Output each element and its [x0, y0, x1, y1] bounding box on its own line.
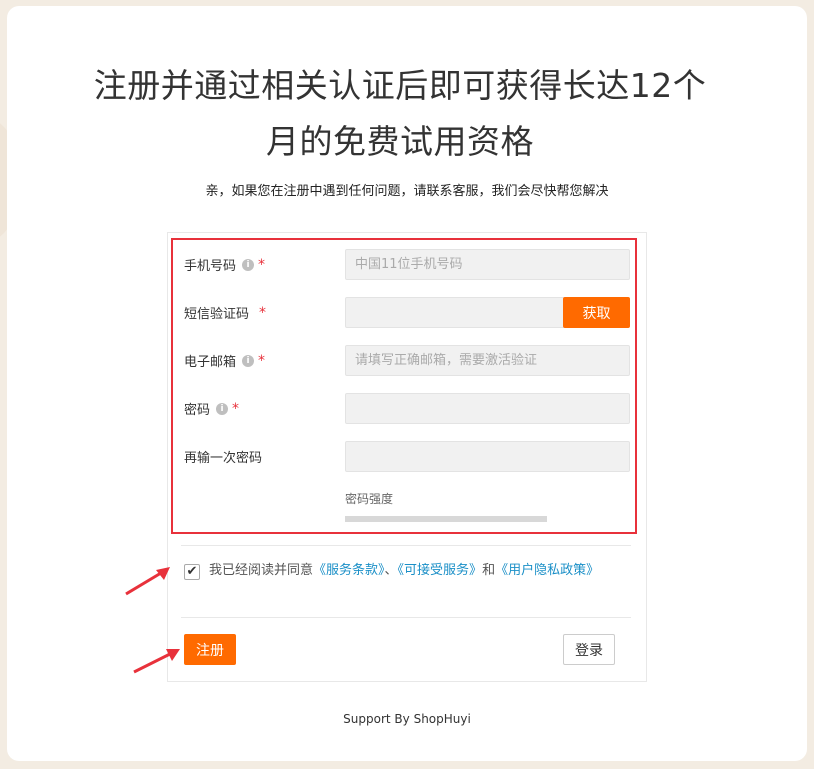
sms-code-input[interactable] [345, 297, 565, 328]
confirm-password-input[interactable] [345, 441, 630, 472]
password-label-text: 密码 [184, 403, 211, 418]
phone-label: 手机号码 i * [184, 255, 266, 275]
info-icon[interactable]: i [242, 354, 255, 367]
password-strength-bar [345, 516, 547, 522]
acceptable-use-link[interactable]: 《可接受服务》 [398, 563, 483, 578]
annotation-arrow-icon [125, 567, 170, 596]
login-button[interactable]: 登录 [563, 634, 615, 665]
required-mark: * [232, 400, 240, 417]
agreement-prefix: 我已经阅读并同意 [209, 563, 314, 578]
agreement-text: 我已经阅读并同意《服务条款》、《可接受服务》和《用户隐私政策》 [209, 562, 619, 580]
info-icon[interactable]: i [242, 258, 255, 271]
footer-text: Support By ShopHuyi [343, 712, 471, 726]
terms-link[interactable]: 《服务条款》 [313, 563, 385, 578]
get-code-button[interactable]: 获取 [563, 297, 630, 328]
password-input[interactable] [345, 393, 630, 424]
agree-checkbox[interactable]: ✔ [184, 564, 200, 580]
divider [181, 545, 631, 546]
page-title: 注册并通过相关认证后即可获得长达12个 月的免费试用资格 [60, 58, 740, 170]
sms-label: 短信验证码 * [184, 303, 267, 323]
required-mark: * [259, 304, 267, 321]
required-mark: * [258, 256, 266, 273]
privacy-policy-link[interactable]: 《用户隐私政策》 [495, 563, 599, 578]
email-label-text: 电子邮箱 [184, 355, 237, 370]
page-title-line2: 月的免费试用资格 [266, 122, 534, 161]
agreement-separator: 、 [384, 563, 398, 578]
password-strength-label: 密码强度 [345, 492, 394, 506]
email-label: 电子邮箱 i * [184, 351, 266, 371]
highlight-frame [171, 238, 637, 534]
required-mark: * [258, 352, 266, 369]
register-button[interactable]: 注册 [184, 634, 236, 665]
annotation-arrow-icon [133, 649, 180, 674]
phone-input[interactable] [345, 249, 630, 280]
password-label: 密码 i * [184, 399, 240, 419]
confirm-password-label: 再输一次密码 [184, 447, 262, 466]
info-icon[interactable]: i [216, 402, 229, 415]
sms-label-text: 短信验证码 [184, 307, 250, 322]
help-subtitle: 亲，如果您在注册中遇到任何问题，请联系客服，我们会尽快帮您解决 [205, 184, 609, 199]
email-input[interactable] [345, 345, 630, 376]
agreement-separator: 和 [482, 563, 496, 578]
page-title-line1: 注册并通过相关认证后即可获得长达12个 [93, 66, 707, 105]
phone-label-text: 手机号码 [184, 259, 237, 274]
confirm-password-label-text: 再输一次密码 [184, 451, 263, 466]
divider [181, 617, 631, 618]
